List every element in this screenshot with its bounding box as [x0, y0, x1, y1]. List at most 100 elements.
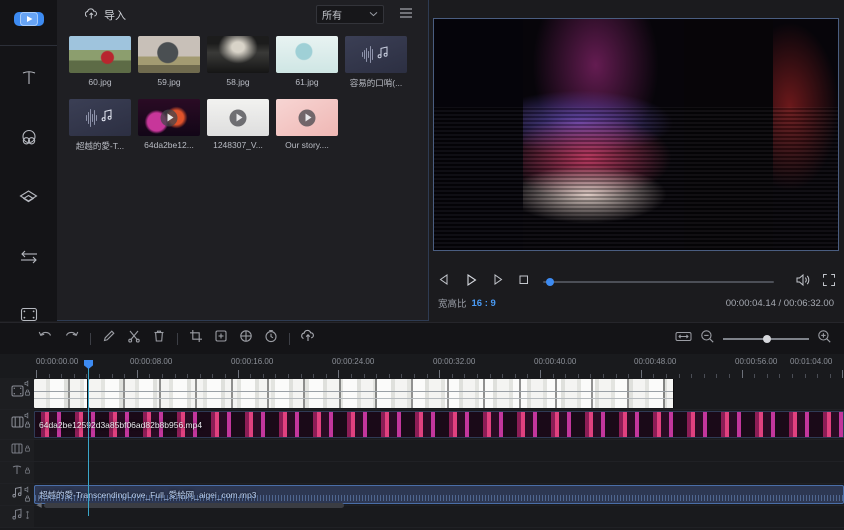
- ruler-tick-label: 00:00:56.00: [735, 357, 777, 366]
- track-mute-lock-icons[interactable]: [24, 380, 31, 396]
- media-filter-select[interactable]: 所有: [316, 5, 384, 24]
- media-thumbnail: [207, 99, 269, 136]
- timeline-ruler[interactable]: 00:00:00.00 00:00:08.00 00:00:16.00 00:0…: [0, 354, 844, 378]
- timeline-track-video-3[interactable]: [0, 440, 844, 462]
- music-note-icon: [99, 108, 114, 128]
- media-thumbnail-audio: [69, 99, 131, 136]
- media-thumbnail: [276, 99, 338, 136]
- mosaic-icon[interactable]: [239, 329, 253, 348]
- media-item-label: 64da2be12...: [138, 140, 200, 150]
- filmstrip-icon: [10, 384, 25, 403]
- timeline-playhead[interactable]: [88, 366, 89, 516]
- track-clip-area[interactable]: [34, 440, 844, 461]
- sidebar-item-filmstrip[interactable]: [14, 306, 44, 323]
- sidebar-item-sticker[interactable]: [14, 128, 44, 148]
- scrollbar-thumb[interactable]: [44, 503, 344, 508]
- pencil-icon[interactable]: [102, 329, 116, 348]
- timeline-clip[interactable]: [34, 379, 88, 408]
- toolbar-separator: [177, 333, 178, 345]
- clock-speed-icon[interactable]: [264, 329, 278, 348]
- fit-width-icon[interactable]: [675, 330, 692, 348]
- music-note-icon: [375, 45, 390, 65]
- ruler-tick-label: 00:00:48.00: [634, 357, 676, 366]
- sidebar-item-media[interactable]: [14, 12, 44, 26]
- media-item[interactable]: 容易的口哨(...: [345, 36, 407, 89]
- timeline-track-text-1[interactable]: [0, 462, 844, 484]
- media-grid: 60.jpg 59.jpg 58.jpg 61.jpg: [57, 30, 428, 152]
- timeline-clip[interactable]: [89, 379, 674, 408]
- track-header[interactable]: [0, 410, 34, 439]
- track-mute-lock-icons[interactable]: [24, 510, 31, 520]
- media-item[interactable]: Our story....: [276, 99, 338, 152]
- media-panel-toolbar: 导入 所有: [57, 0, 428, 30]
- sidebar-divider: [0, 45, 57, 46]
- media-item[interactable]: 1248307_V...: [207, 99, 269, 152]
- media-item[interactable]: 61.jpg: [276, 36, 338, 89]
- ruler-tick-label: 00:00:32.00: [433, 357, 475, 366]
- track-lock-icon[interactable]: [24, 467, 31, 474]
- track-clip-area[interactable]: [34, 378, 844, 409]
- track-header[interactable]: [0, 378, 34, 409]
- scissors-icon[interactable]: [127, 329, 141, 348]
- trash-icon[interactable]: [152, 329, 166, 348]
- track-lock-icon[interactable]: [24, 445, 31, 452]
- text-t-icon: [19, 68, 39, 88]
- media-item[interactable]: 58.jpg: [207, 36, 269, 89]
- timeline-zoom-handle[interactable]: [763, 335, 771, 343]
- sidebar-item-effects[interactable]: [14, 188, 44, 208]
- preview-right-controls: [795, 273, 836, 292]
- redo-arrow-icon[interactable]: [64, 329, 79, 348]
- media-play-icon: [20, 12, 38, 26]
- fit-frame-icon[interactable]: [214, 329, 228, 348]
- play-icon[interactable]: [464, 273, 478, 292]
- media-item[interactable]: 60.jpg: [69, 36, 131, 89]
- sidebar-item-transition[interactable]: [14, 248, 44, 266]
- sidebar-item-text[interactable]: [14, 68, 44, 88]
- track-mute-lock-icons[interactable]: [24, 412, 31, 428]
- playback-controls: [438, 272, 836, 292]
- text-t-icon: [10, 463, 24, 482]
- crop-icon[interactable]: [189, 329, 203, 348]
- track-header[interactable]: [0, 484, 34, 505]
- scroll-left-arrow-icon[interactable]: ◀: [34, 501, 44, 509]
- timeline-track-video-2[interactable]: 64da2be12592d3a85bf06ad82b8b956.mp4: [0, 410, 844, 440]
- track-clip-area[interactable]: [34, 462, 844, 483]
- video-editor-window: 导入 所有 6: [0, 0, 844, 530]
- zoom-in-icon[interactable]: [817, 329, 832, 349]
- track-mute-lock-icons[interactable]: [24, 486, 31, 502]
- export-share-icon[interactable]: [301, 329, 316, 348]
- zoom-out-icon[interactable]: [700, 329, 715, 349]
- music-note-icon: [10, 485, 24, 504]
- clip-thumb-detail: [34, 398, 87, 399]
- step-backward-icon[interactable]: [438, 273, 451, 291]
- timeline-horizontal-scrollbar[interactable]: ◀: [34, 500, 844, 510]
- view-toggle-button[interactable]: [398, 6, 414, 22]
- play-overlay-icon: [299, 109, 316, 126]
- undo-arrow-icon[interactable]: [38, 329, 53, 348]
- video-preview[interactable]: [433, 18, 839, 251]
- volume-icon[interactable]: [795, 273, 810, 292]
- preview-progress-handle[interactable]: [546, 278, 554, 286]
- track-clip-area[interactable]: 64da2be12592d3a85bf06ad82b8b956.mp4: [34, 410, 844, 439]
- timeline-track-video-1[interactable]: [0, 378, 844, 410]
- track-header[interactable]: [0, 462, 34, 483]
- timeline-zoom-slider[interactable]: [723, 338, 809, 340]
- track-header[interactable]: [0, 506, 34, 527]
- import-button[interactable]: 导入: [85, 7, 126, 23]
- stop-square-icon[interactable]: [517, 273, 530, 291]
- media-item[interactable]: 64da2be12...: [138, 99, 200, 152]
- ruler-tick: [238, 370, 239, 378]
- timeline-clip[interactable]: 64da2be12592d3a85bf06ad82b8b956.mp4: [34, 411, 844, 438]
- clip-thumb-detail: [89, 391, 673, 392]
- preview-progress-slider[interactable]: [543, 281, 774, 283]
- media-item[interactable]: 超越的愛-T...: [69, 99, 131, 152]
- media-thumbnail: [276, 36, 338, 73]
- step-forward-icon[interactable]: [491, 273, 504, 291]
- media-item[interactable]: 59.jpg: [138, 36, 200, 89]
- track-header[interactable]: [0, 440, 34, 461]
- toolbar-separator: [90, 333, 91, 345]
- media-item-label: 超越的愛-T...: [69, 140, 131, 152]
- fullscreen-icon[interactable]: [822, 273, 836, 292]
- waveform-icon: [86, 107, 97, 129]
- music-note-icon: [10, 507, 24, 526]
